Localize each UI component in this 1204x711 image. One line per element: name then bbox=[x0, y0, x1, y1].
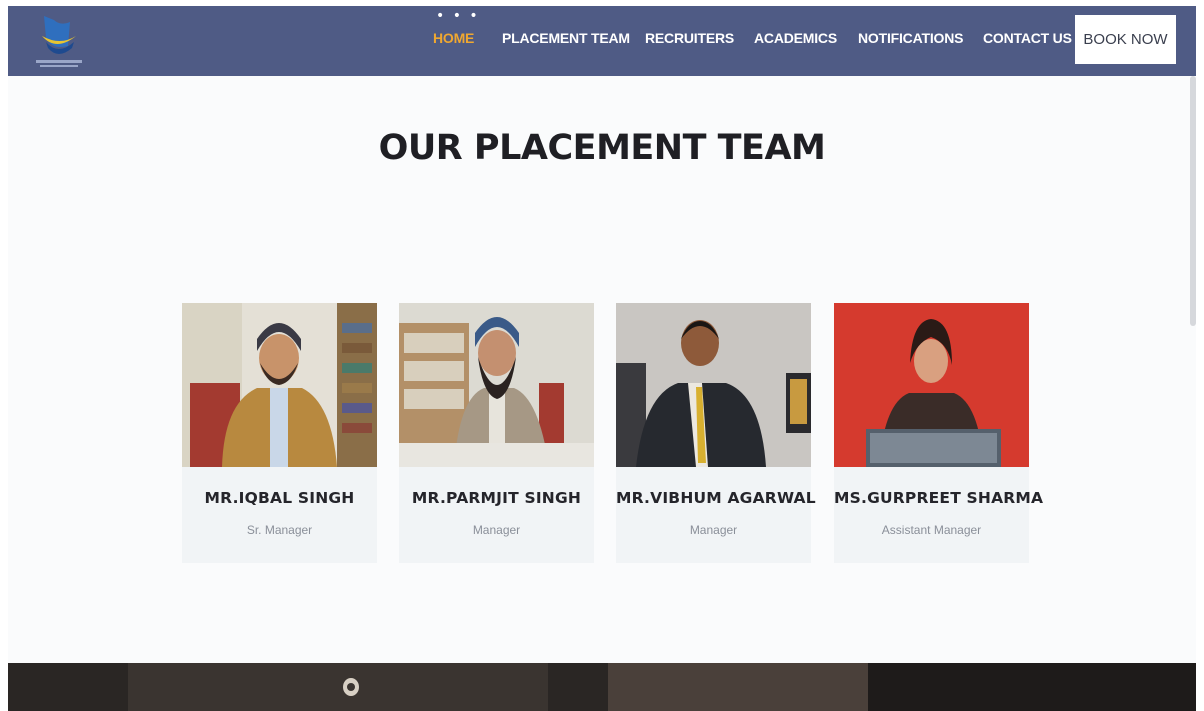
member-role: Assistant Manager bbox=[881, 523, 982, 537]
member-role: Sr. Manager bbox=[246, 523, 313, 537]
member-name: MR.VIBHUM AGARWAL bbox=[616, 489, 816, 507]
nav-recruiters[interactable]: RECRUITERS bbox=[645, 30, 734, 46]
member-role: Manager bbox=[689, 523, 738, 537]
member-name: MS.GURPREET SHARMA bbox=[834, 489, 1044, 507]
member-photo bbox=[834, 303, 1029, 467]
page: • • • HOME PLACEMENT TEAM RECRUITERS ACA… bbox=[8, 6, 1196, 711]
member-photo bbox=[616, 303, 811, 467]
scrollbar[interactable] bbox=[1190, 76, 1196, 326]
team-card[interactable]: MR.VIBHUM AGARWAL Manager bbox=[616, 303, 816, 563]
team-card[interactable]: MR.IQBAL SINGH Sr. Manager bbox=[182, 303, 377, 563]
nav-contact-us[interactable]: CONTACT US bbox=[983, 30, 1072, 46]
member-photo bbox=[399, 303, 594, 467]
member-name: MR.PARMJIT SINGH bbox=[411, 489, 582, 507]
member-name: MR.IQBAL SINGH bbox=[204, 489, 355, 507]
member-photo bbox=[182, 303, 377, 467]
main-nav: HOME PLACEMENT TEAM RECRUITERS ACADEMICS… bbox=[8, 6, 1196, 76]
member-role: Manager bbox=[472, 523, 521, 537]
nav-notifications[interactable]: NOTIFICATIONS bbox=[858, 30, 963, 46]
next-section-background bbox=[8, 663, 1196, 711]
navbar: • • • HOME PLACEMENT TEAM RECRUITERS ACA… bbox=[8, 6, 1196, 76]
team-card[interactable]: MR.PARMJIT SINGH Manager bbox=[399, 303, 594, 563]
book-now-button[interactable]: BOOK NOW bbox=[1075, 15, 1176, 64]
nav-home[interactable]: HOME bbox=[433, 30, 474, 46]
section-title: OUR PLACEMENT TEAM bbox=[378, 128, 826, 168]
nav-placement-team[interactable]: PLACEMENT TEAM bbox=[502, 30, 630, 46]
team-card[interactable]: MS.GURPREET SHARMA Assistant Manager bbox=[834, 303, 1044, 563]
nav-academics[interactable]: ACADEMICS bbox=[754, 30, 837, 46]
